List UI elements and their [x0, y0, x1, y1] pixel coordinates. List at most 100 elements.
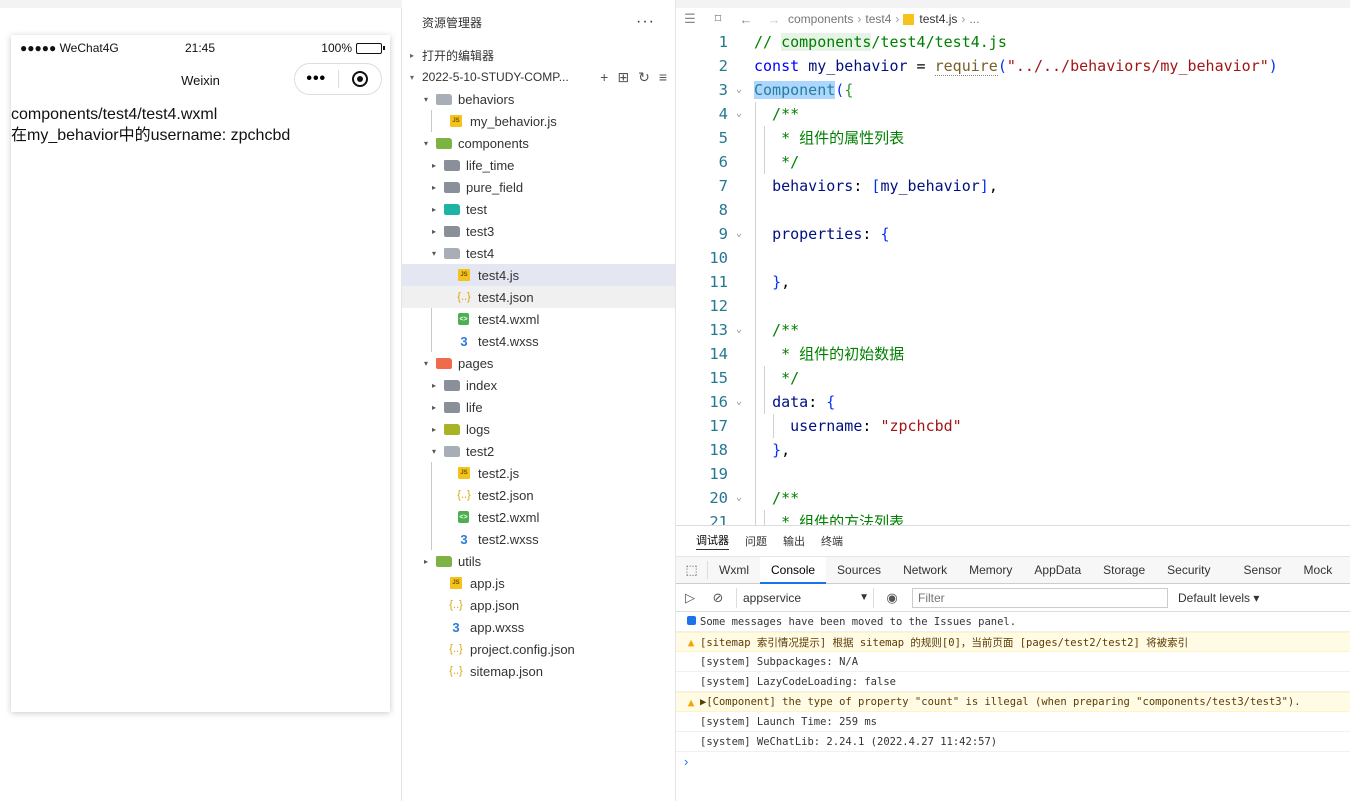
editor-tab-strip [676, 0, 1350, 8]
more-menu-button[interactable]: ••• [295, 64, 338, 94]
tab-issues[interactable]: 问题 [745, 533, 767, 549]
js-file-icon [903, 13, 915, 25]
code-line: 19 [709, 465, 728, 483]
new-file-icon[interactable]: + [600, 69, 608, 86]
explorer-more-icon[interactable]: ··· [636, 13, 655, 31]
tree-folder-utils[interactable]: ▸ utils [402, 550, 675, 572]
tree-folder-test[interactable]: ▸ test [402, 198, 675, 220]
tree-folder-test4[interactable]: ▾ test4 [402, 242, 675, 264]
code-line: 1// components/test4/test4.js [718, 33, 1007, 51]
tree-file-test4-json[interactable]: {..} test4.json [402, 286, 675, 308]
tree-label: life_time [466, 157, 515, 173]
tree-file-test4-wxss[interactable]: 3 test4.wxss [402, 330, 675, 352]
tree-label: test2.wxss [478, 531, 539, 547]
tab-output[interactable]: 输出 [783, 533, 805, 549]
refresh-icon[interactable]: ↻ [638, 69, 650, 86]
console-message-warning[interactable]: ▲ ▶[Component] the type of property "coun… [676, 692, 1350, 712]
context-value: appservice [743, 590, 802, 605]
code-line: 13 ⌄ /** [709, 321, 800, 339]
console-prompt[interactable]: › [676, 752, 1350, 772]
tab-security[interactable]: Security [1156, 557, 1221, 584]
breadcrumb-item[interactable]: test4 [865, 12, 891, 26]
tab-terminal[interactable]: 终端 [821, 533, 843, 549]
breadcrumb-item[interactable]: ... [969, 12, 979, 26]
tree-file-test4-js[interactable]: JS test4.js [402, 264, 675, 286]
sidebar-toggle-icon[interactable]: ▷ [676, 590, 704, 606]
context-select[interactable]: appservice ▼ [736, 587, 874, 608]
phone-screen[interactable]: ●●●●● WeChat4G 21:45 100% Weixin ••• com… [11, 35, 390, 712]
tree-file-app-wxss[interactable]: 3 app.wxss [402, 616, 675, 638]
tree-label: my_behavior.js [470, 113, 557, 129]
breadcrumb-item[interactable]: components [788, 12, 853, 26]
js-file-icon: JS [450, 115, 462, 127]
collapse-all-icon[interactable]: ≡ [659, 69, 667, 86]
code-area[interactable]: 1// components/test4/test4.js 2 const my_… [676, 30, 1350, 525]
tree-file-project-config-json[interactable]: {..} project.config.json [402, 638, 675, 660]
levels-dropdown[interactable]: Default levels ▾ [1178, 591, 1259, 605]
tree-label: test2.js [478, 465, 520, 481]
tree-file-my-behavior-js[interactable]: JS my_behavior.js [402, 110, 675, 132]
chevron-down-icon: ▾ [423, 138, 428, 148]
tree-file-test2-json[interactable]: {..} test2.json [402, 484, 675, 506]
eye-icon[interactable]: ◉ [878, 590, 906, 606]
tree-folder-components[interactable]: ▾ components [402, 132, 675, 154]
tree-folder-life-time[interactable]: ▸ life_time [402, 154, 675, 176]
tree-file-test2-wxss[interactable]: 3 test2.wxss [402, 528, 675, 550]
filter-input[interactable] [912, 587, 1168, 608]
back-arrow-icon[interactable]: ← [732, 12, 760, 27]
message-text: [system] WeChatLib: 2.24.1 (2022.4.27 11… [700, 735, 998, 748]
caret-down-icon: ▼ [859, 592, 869, 603]
tree-file-app-js[interactable]: JS app.js [402, 572, 675, 594]
tab-sensor[interactable]: Sensor [1222, 557, 1293, 584]
tree-label: test [466, 201, 487, 217]
list-icon[interactable]: ☰ [676, 11, 704, 27]
tree-label: test2.wxml [478, 509, 540, 525]
panel-tab-bar: ⬚ Wxml Console Sources Network Memory Ap… [676, 556, 1350, 584]
breadcrumb-item[interactable]: test4.js [919, 12, 957, 26]
status-time: 21:45 [185, 41, 216, 55]
tree-folder-pages[interactable]: ▾ pages [402, 352, 675, 374]
open-editors-section[interactable]: ▸ 打开的编辑器 [402, 44, 675, 66]
tab-memory[interactable]: Memory [958, 557, 1023, 584]
tab-debugger[interactable]: 调试器 [696, 532, 729, 550]
tree-label: app.wxss [470, 619, 525, 635]
inspect-element-icon[interactable]: ⬚ [676, 561, 708, 579]
tab-appdata[interactable]: AppData [1023, 557, 1092, 584]
page-text-line: 在my_behavior中的username: zpchcbd [11, 127, 291, 144]
tab-console[interactable]: Console [760, 556, 827, 584]
tree-file-test2-js[interactable]: JS test2.js [402, 462, 675, 484]
tree-folder-pure-field[interactable]: ▸ pure_field [402, 176, 675, 198]
wxml-file-icon: <> [458, 511, 469, 523]
tree-folder-logs[interactable]: ▸ logs [402, 418, 675, 440]
tree-file-sitemap-json[interactable]: {..} sitemap.json [402, 660, 675, 682]
tab-sources[interactable]: Sources [826, 557, 892, 584]
json-file-icon: {..} [457, 489, 471, 501]
tree-file-test4-wxml[interactable]: <> test4.wxml [402, 308, 675, 330]
new-folder-icon[interactable]: ⊞ [617, 69, 629, 86]
tree-folder-test3[interactable]: ▸ test3 [402, 220, 675, 242]
tree-folder-test2[interactable]: ▾ test2 [402, 440, 675, 462]
code-editor: ☰ ⌑ ← → components › test4 › test4.js › ...… [676, 0, 1350, 525]
code-line: 17 username: "zpchcbd" [709, 417, 962, 435]
warning-icon: ▲ [687, 635, 695, 649]
tree-label: test2 [466, 443, 495, 459]
close-miniprogram-button[interactable] [339, 71, 382, 87]
console-message-info: Some messages have been moved to the Iss… [676, 612, 1350, 632]
tab-storage[interactable]: Storage [1092, 557, 1156, 584]
code-line: 12 [709, 297, 728, 315]
tree-label: test4.js [478, 267, 520, 283]
project-section[interactable]: ▾ 2022-5-10-STUDY-COMP... + ⊞ ↻ ≡ [402, 66, 675, 88]
bookmark-icon[interactable]: ⌑ [704, 11, 732, 27]
tree-folder-behaviors[interactable]: ▾ behaviors [402, 88, 675, 110]
forward-arrow-icon[interactable]: → [760, 12, 788, 27]
tab-wxml[interactable]: Wxml [708, 557, 760, 584]
console-message: [system] Subpackages: N/A [676, 652, 1350, 672]
tree-file-app-json[interactable]: {..} app.json [402, 594, 675, 616]
tab-mock[interactable]: Mock [1293, 557, 1344, 584]
tree-folder-index[interactable]: ▸ index [402, 374, 675, 396]
folder-open-icon [444, 445, 460, 457]
tree-file-test2-wxml[interactable]: <> test2.wxml [402, 506, 675, 528]
tab-network[interactable]: Network [892, 557, 958, 584]
tree-folder-life[interactable]: ▸ life [402, 396, 675, 418]
clear-console-icon[interactable]: ⊘ [704, 590, 732, 606]
